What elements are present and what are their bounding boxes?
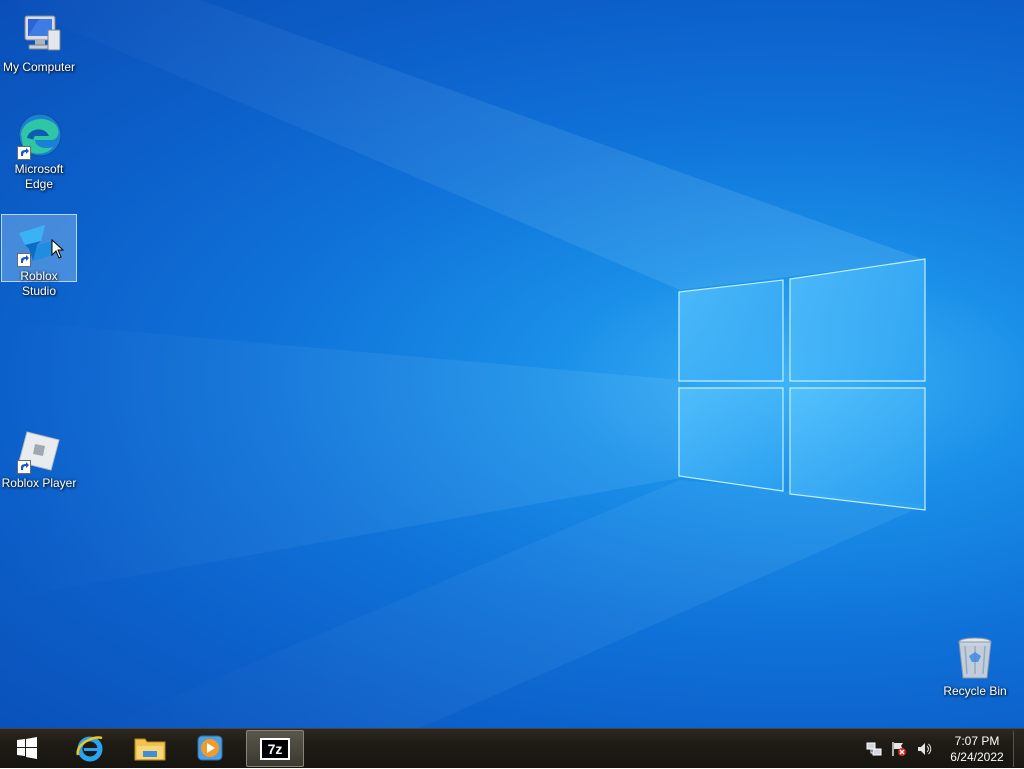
- show-desktop-button[interactable]: [1013, 731, 1024, 767]
- start-button[interactable]: [0, 730, 54, 766]
- folder-icon: [134, 738, 166, 761]
- windows-logo-icon: [17, 737, 37, 759]
- network-icon[interactable]: [865, 740, 883, 758]
- system-tray: 7:07 PM 6/24/2022: [865, 729, 1010, 769]
- mouse-cursor-icon: [51, 239, 65, 259]
- desktop-icon-roblox-studio[interactable]: Roblox Studio: [1, 214, 77, 298]
- microsoft-edge-icon: [15, 112, 63, 160]
- desktop-icon-label: My Computer: [2, 60, 76, 74]
- shortcut-arrow-icon: [17, 146, 31, 160]
- desktop[interactable]: My Computer Microsoft Edge Roblox Studio…: [0, 0, 1024, 728]
- desktop-icon-roblox-player[interactable]: Roblox Player: [1, 422, 77, 491]
- 7zip-icon: 7z: [260, 737, 290, 760]
- action-center-flag-icon[interactable]: [890, 740, 908, 758]
- 7zip-icon-text: 7z: [267, 740, 283, 757]
- internet-explorer-icon: [76, 736, 103, 762]
- taskbar: 7z 7:07 PM 6/24/2022: [0, 728, 1024, 768]
- taskbar-7zip[interactable]: 7z: [246, 730, 304, 767]
- desktop-icon-label: Recycle Bin: [943, 684, 1007, 698]
- media-player-icon: [197, 735, 223, 761]
- wallpaper-windows-logo: [0, 0, 926, 728]
- clock-time: 7:07 PM: [954, 734, 1000, 748]
- shortcut-arrow-icon: [17, 460, 31, 474]
- clock-date: 6/24/2022: [950, 750, 1004, 764]
- volume-icon[interactable]: [915, 740, 933, 758]
- desktop-icon-microsoft-edge[interactable]: Microsoft Edge: [1, 108, 77, 192]
- taskbar-media-player[interactable]: [182, 730, 238, 766]
- computer-icon: [15, 10, 63, 58]
- desktop-icon-label: Roblox Player: [1, 476, 77, 490]
- roblox-studio-icon: [15, 219, 65, 267]
- desktop-icon-label: Microsoft Edge: [14, 162, 64, 191]
- desktop-icon-my-computer[interactable]: My Computer: [1, 6, 77, 75]
- taskbar-internet-explorer[interactable]: [62, 730, 118, 766]
- recycle-bin-icon: [951, 634, 999, 682]
- desktop-icon-label: Roblox Studio: [20, 269, 58, 298]
- taskbar-clock[interactable]: 7:07 PM 6/24/2022: [944, 733, 1010, 765]
- desktop-icon-recycle-bin[interactable]: Recycle Bin: [937, 630, 1013, 699]
- taskbar-file-explorer[interactable]: [122, 730, 178, 766]
- roblox-player-icon: [15, 426, 63, 474]
- shortcut-arrow-icon: [17, 253, 31, 267]
